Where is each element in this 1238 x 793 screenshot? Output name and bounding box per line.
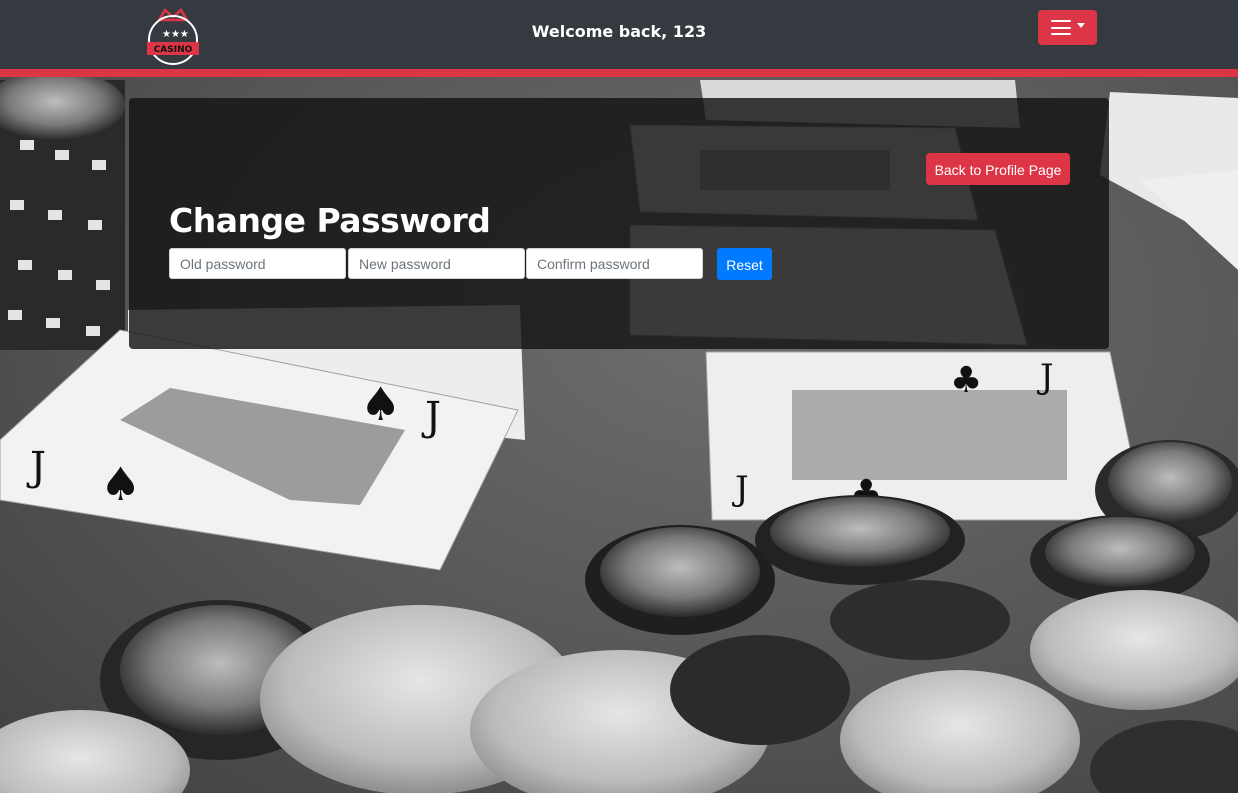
svg-text:♠: ♠ [360, 377, 401, 431]
change-password-panel: Back to Profile Page Change Password Res… [129, 98, 1109, 349]
hamburger-menu-icon [1050, 20, 1071, 35]
top-navbar: ★★★ CASINO Welcome back, 123 [0, 0, 1238, 77]
back-to-profile-button[interactable]: Back to Profile Page [926, 153, 1070, 185]
reset-button[interactable]: Reset [717, 248, 772, 280]
menu-toggle-button[interactable] [1038, 10, 1097, 45]
svg-text:J: J [732, 469, 749, 509]
page-title: Change Password [169, 201, 491, 240]
svg-text:♣: ♣ [950, 360, 982, 401]
svg-text:♠: ♠ [100, 457, 141, 511]
confirm-password-input[interactable] [526, 248, 703, 279]
new-password-input[interactable] [348, 248, 525, 279]
svg-text:J: J [1037, 357, 1054, 397]
caret-down-icon [1076, 23, 1085, 28]
old-password-input[interactable] [169, 248, 346, 279]
